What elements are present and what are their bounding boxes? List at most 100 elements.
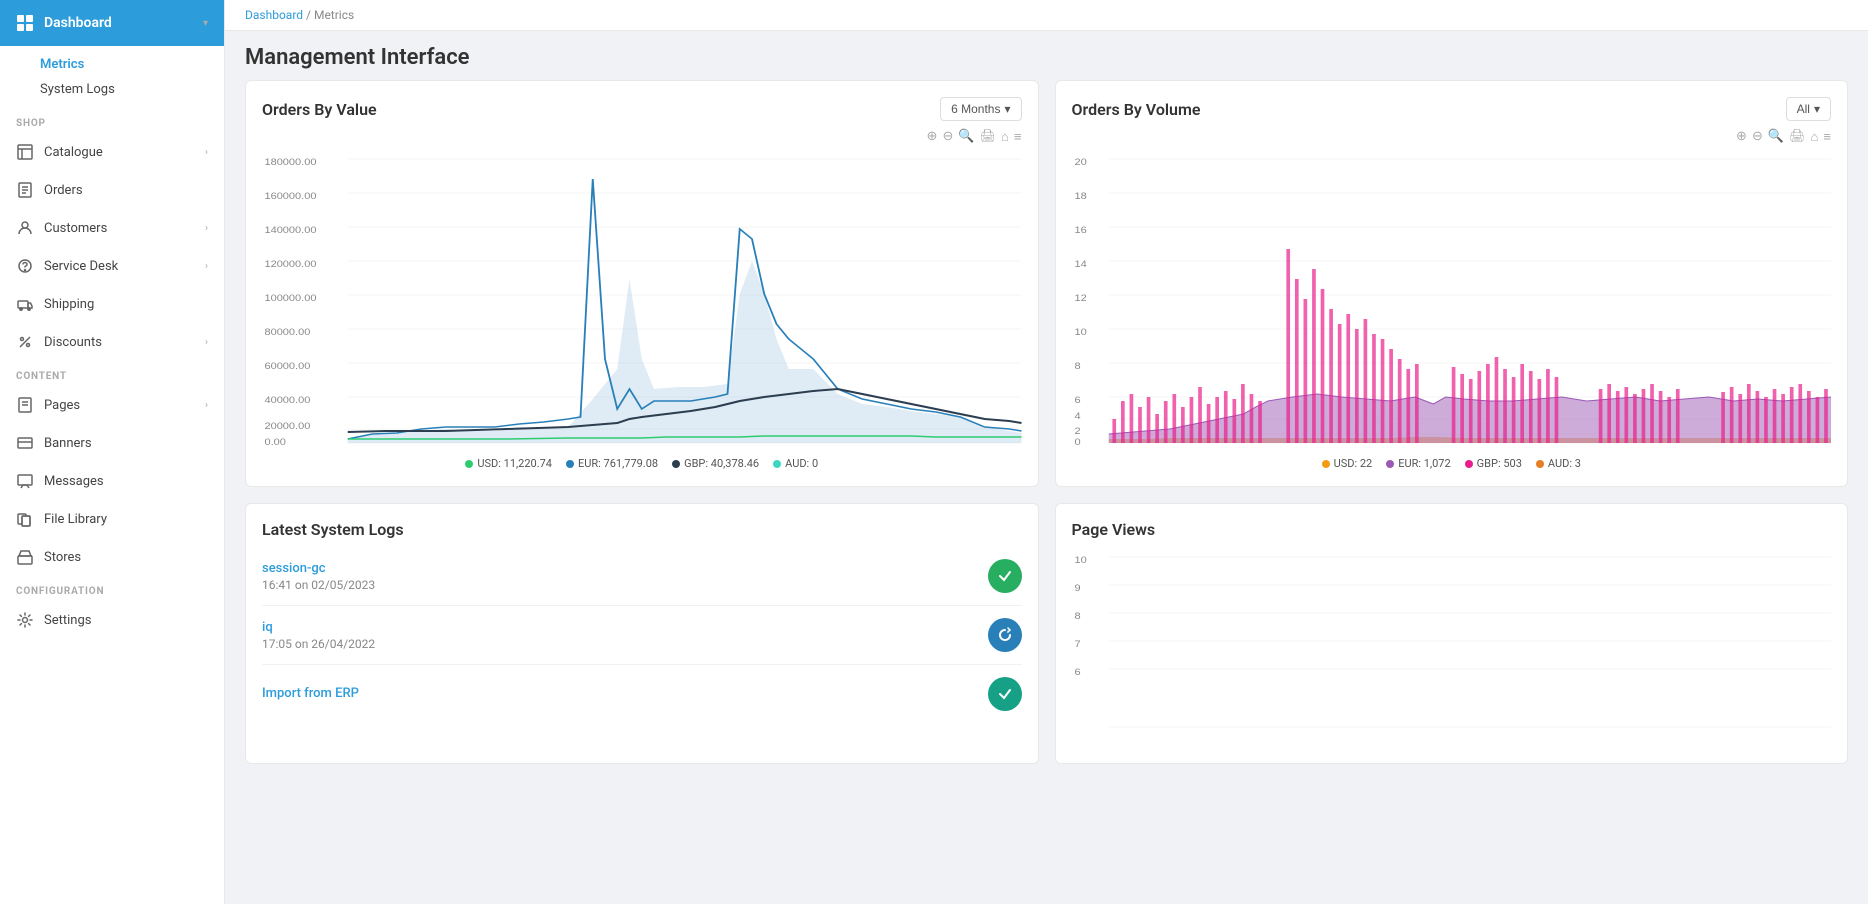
system-logs-list: session-gc 16:41 on 02/05/2023 iq 17:05 … <box>262 547 1022 723</box>
zoom-icon-vol[interactable]: 🔍 <box>1768 129 1784 145</box>
pages-label: Pages <box>44 398 80 413</box>
svg-text:20000.00: 20000.00 <box>264 422 310 432</box>
zoom-icon[interactable]: 🔍 <box>958 129 974 145</box>
service-desk-chevron: › <box>205 261 208 272</box>
sidebar-item-service-desk[interactable]: Service Desk › <box>0 247 224 285</box>
discounts-icon <box>16 333 34 351</box>
svg-text:6: 6 <box>1074 396 1081 406</box>
system-logs-link[interactable]: System Logs <box>40 77 224 102</box>
log-status-3 <box>988 677 1022 711</box>
svg-text:0: 0 <box>1074 438 1081 448</box>
legend-usd-vol: USD: 22 <box>1322 457 1373 470</box>
legend-eur-vol: EUR: 1,072 <box>1386 457 1450 470</box>
shipping-label: Shipping <box>44 297 94 312</box>
legend-aud-value: AUD: 0 <box>773 457 818 470</box>
sidebar-item-shipping[interactable]: Shipping <box>0 285 224 323</box>
svg-text:180000.00: 180000.00 <box>264 158 316 168</box>
page-views-title: Page Views <box>1072 520 1156 539</box>
stores-label: Stores <box>44 550 81 565</box>
sidebar-item-orders[interactable]: Orders <box>0 171 224 209</box>
sidebar-item-stores[interactable]: Stores <box>0 538 224 576</box>
legend-eur-value: EUR: 761,779.08 <box>566 457 658 470</box>
pages-icon <box>16 396 34 414</box>
content-section-label: CONTENT <box>0 361 224 386</box>
dashboard-icon <box>16 14 34 32</box>
breadcrumb-dashboard[interactable]: Dashboard <box>245 8 303 22</box>
legend-eur-label: EUR: 761,779.08 <box>578 457 658 470</box>
log-time-1: 16:41 on 02/05/2023 <box>262 578 375 592</box>
sidebar-dashboard-item[interactable]: Dashboard ▾ <box>0 0 224 46</box>
sidebar-item-pages[interactable]: Pages › <box>0 386 224 424</box>
sidebar-item-file-library[interactable]: File Library <box>0 500 224 538</box>
print-icon[interactable]: 🖨 <box>980 129 997 145</box>
legend-usd-value: USD: 11,220.74 <box>465 457 552 470</box>
svg-text:6: 6 <box>1074 668 1081 678</box>
svg-text:8: 8 <box>1074 612 1081 622</box>
home-icon[interactable]: ⌂ <box>1001 129 1009 145</box>
log-status-1 <box>988 559 1022 593</box>
customers-icon <box>16 219 34 237</box>
home-icon-vol[interactable]: ⌂ <box>1811 129 1819 145</box>
legend-aud-vol-label: AUD: 3 <box>1548 457 1581 470</box>
legend-gbp-vol: GBP: 503 <box>1465 457 1522 470</box>
zoom-out-icon-vol[interactable]: ⊖ <box>1752 129 1763 145</box>
sidebar-item-banners[interactable]: Banners <box>0 424 224 462</box>
catalogue-label: Catalogue <box>44 145 103 160</box>
sidebar-item-discounts[interactable]: Discounts › <box>0 323 224 361</box>
legend-aud-vol: AUD: 3 <box>1536 457 1581 470</box>
discounts-label: Discounts <box>44 335 102 350</box>
breadcrumb-metrics: Metrics <box>314 8 354 22</box>
svg-text:4: 4 <box>1074 412 1081 422</box>
orders-by-volume-chart: 20 18 16 14 12 10 8 6 4 2 0 <box>1072 149 1832 449</box>
catalogue-icon <box>16 143 34 161</box>
chart-icons-value: ⊕ ⊖ 🔍 🖨 ⌂ ≡ <box>262 129 1022 145</box>
banners-label: Banners <box>44 436 92 451</box>
svg-text:160000.00: 160000.00 <box>264 192 316 202</box>
orders-by-value-chart: 180000.00 160000.00 140000.00 120000.00 … <box>262 149 1022 449</box>
sidebar-item-catalogue[interactable]: Catalogue › <box>0 133 224 171</box>
file-library-label: File Library <box>44 512 107 527</box>
zoom-in-icon-vol[interactable]: ⊕ <box>1736 129 1747 145</box>
period-chevron-volume: ▾ <box>1814 102 1820 116</box>
menu-icon-vol[interactable]: ≡ <box>1823 129 1831 145</box>
period-selector-value[interactable]: 6 Months ▾ <box>940 97 1021 121</box>
orders-by-volume-toolbar: All ▾ <box>1786 97 1831 121</box>
sidebar-item-settings[interactable]: Settings <box>0 601 224 639</box>
dashboard-label: Dashboard <box>44 15 112 31</box>
zoom-in-icon[interactable]: ⊕ <box>927 129 938 145</box>
sidebar-item-messages[interactable]: Messages <box>0 462 224 500</box>
svg-text:0.00: 0.00 <box>264 438 286 448</box>
top-charts-grid: Orders By Value 6 Months ▾ ⊕ ⊖ 🔍 🖨 ⌂ ≡ <box>245 80 1848 487</box>
page-views-chart: 10 9 8 7 6 <box>1072 547 1832 747</box>
sidebar-item-customers[interactable]: Customers › <box>0 209 224 247</box>
svg-text:14: 14 <box>1074 260 1087 270</box>
dashboard-chevron: ▾ <box>203 18 208 29</box>
period-selector-volume[interactable]: All ▾ <box>1786 97 1831 121</box>
legend-gbp-value: GBP: 40,378.46 <box>672 457 759 470</box>
print-icon-vol[interactable]: 🖨 <box>1789 129 1806 145</box>
sidebar: Dashboard ▾ Metrics System Logs SHOP Cat… <box>0 0 225 904</box>
legend-usd-label: USD: 11,220.74 <box>477 457 552 470</box>
settings-icon <box>16 611 34 629</box>
page-views-header: Page Views <box>1072 520 1832 539</box>
metrics-link[interactable]: Metrics <box>40 52 224 77</box>
menu-icon[interactable]: ≡ <box>1014 129 1022 145</box>
svg-text:80000.00: 80000.00 <box>264 328 310 338</box>
period-label-value: 6 Months <box>951 102 1000 116</box>
legend-usd-vol-label: USD: 22 <box>1334 457 1373 470</box>
zoom-out-icon[interactable]: ⊖ <box>942 129 953 145</box>
log-item-1: session-gc 16:41 on 02/05/2023 <box>262 547 1022 606</box>
stores-icon <box>16 548 34 566</box>
shop-section-label: SHOP <box>0 108 224 133</box>
log-name-3: Import from ERP <box>262 686 359 701</box>
legend-eur-vol-label: EUR: 1,072 <box>1398 457 1450 470</box>
orders-by-volume-legend: USD: 22 EUR: 1,072 GBP: 503 AUD: 3 <box>1072 457 1832 470</box>
page-title: Management Interface <box>225 31 1868 80</box>
shipping-icon <box>16 295 34 313</box>
settings-label: Settings <box>44 613 91 628</box>
svg-text:140000.00: 140000.00 <box>264 226 316 236</box>
pages-chevron: › <box>205 400 208 411</box>
configuration-section-label: CONFIGURATION <box>0 576 224 601</box>
log-item-2: iq 17:05 on 26/04/2022 <box>262 606 1022 665</box>
catalogue-chevron: › <box>205 147 208 158</box>
